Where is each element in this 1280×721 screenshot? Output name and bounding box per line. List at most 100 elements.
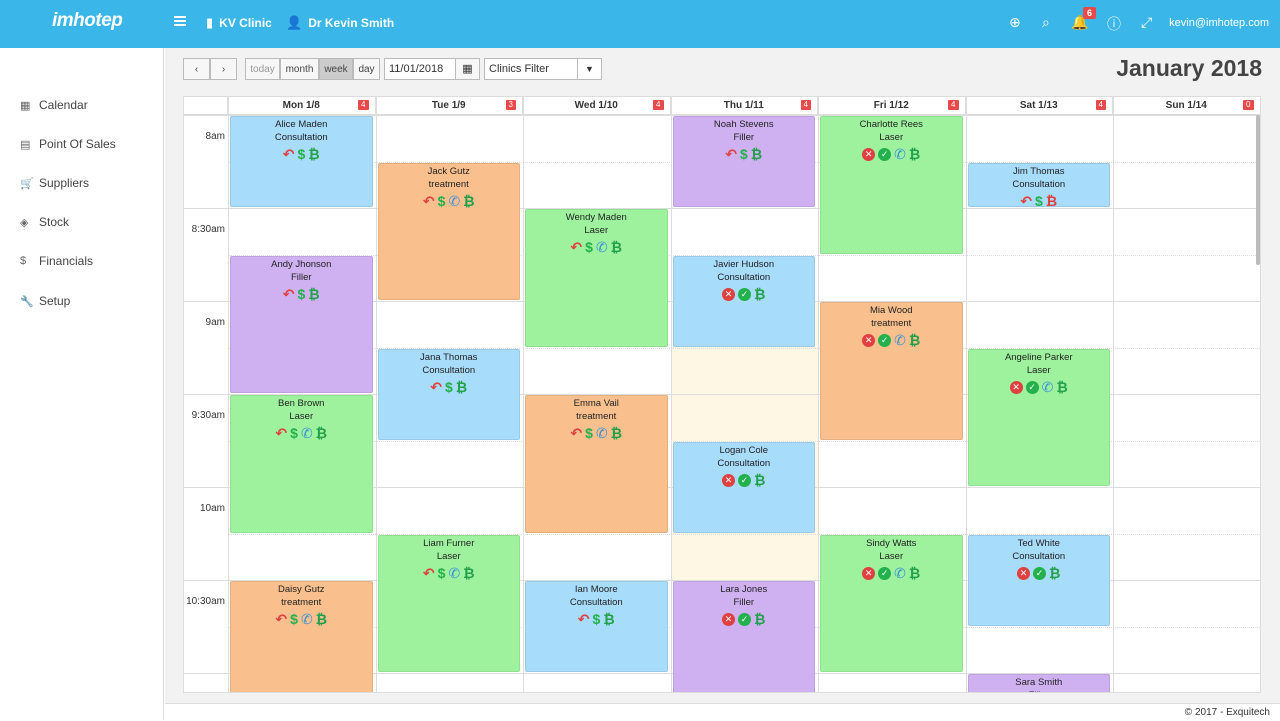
phone-icon[interactable]: ✆	[894, 332, 906, 348]
week-view-button[interactable]: week	[319, 58, 353, 80]
day-header[interactable]: Fri 1/12 4	[818, 97, 966, 115]
phone-icon[interactable]: ✆	[448, 565, 460, 581]
bitcoin-icon[interactable]: ₿	[316, 425, 327, 441]
dollar-icon[interactable]: $	[740, 146, 748, 162]
reply-icon[interactable]: ↶	[1020, 193, 1032, 207]
cancel-icon[interactable]: ✕	[1009, 380, 1023, 394]
today-button[interactable]: today	[245, 58, 280, 80]
check-icon[interactable]: ✓	[738, 613, 752, 626]
reply-icon[interactable]: ↶	[570, 239, 582, 255]
bitcoin-icon[interactable]: ₿	[909, 146, 920, 162]
day-header[interactable]: Tue 1/9 3	[375, 97, 523, 115]
appointment-event[interactable]: Angeline Parker Laser ✕ ✓ ✆ ₿	[967, 348, 1110, 486]
dollar-icon[interactable]: $	[298, 146, 306, 162]
appointment-event[interactable]: Noah Stevens Filler ↶ $ ₿	[672, 116, 815, 207]
reply-icon[interactable]: ↶	[725, 146, 737, 162]
reply-icon[interactable]: ↶	[275, 611, 287, 627]
bitcoin-icon[interactable]: ₿	[611, 425, 622, 441]
logo[interactable]: imhotep	[52, 10, 123, 32]
phone-icon[interactable]: ✆	[596, 425, 608, 441]
appointment-event[interactable]: Sindy Watts Laser ✕ ✓ ✆ ₿	[820, 534, 963, 672]
phone-icon[interactable]: ✆	[301, 611, 313, 627]
day-header[interactable]: Sun 1/14 0	[1113, 97, 1260, 115]
search-icon[interactable]: ⌕	[1042, 14, 1050, 31]
dollar-icon[interactable]: $	[585, 239, 593, 255]
bitcoin-icon[interactable]: ₿	[611, 239, 622, 255]
bitcoin-icon[interactable]: ₿	[754, 472, 765, 488]
reply-icon[interactable]: ↶	[423, 193, 435, 209]
check-icon[interactable]: ✓	[738, 287, 752, 301]
clinics-filter-select[interactable]: Clinics Filter ▼	[484, 58, 602, 80]
appointment-event[interactable]: Emma Vail treatment ↶ $ ✆ ₿	[525, 395, 668, 533]
dollar-icon[interactable]: $	[290, 425, 298, 441]
phone-icon[interactable]: ✆	[894, 565, 906, 581]
appointment-event[interactable]: Liam Furner Laser ↶ $ ✆ ₿	[377, 534, 520, 672]
bitcoin-icon[interactable]: ₿	[603, 611, 614, 627]
day-header[interactable]: Thu 1/11 4	[670, 97, 818, 115]
prev-button[interactable]: ‹	[183, 58, 210, 80]
cancel-icon[interactable]: ✕	[722, 473, 736, 487]
appointment-event[interactable]: Andy Jhonson Filler ↶ $ ₿	[230, 255, 373, 393]
cancel-icon[interactable]: ✕	[722, 613, 736, 626]
bitcoin-icon[interactable]: ₿	[1056, 379, 1067, 395]
cancel-icon[interactable]: ✕	[862, 566, 876, 580]
bitcoin-icon[interactable]: ₿	[754, 611, 765, 627]
dollar-icon[interactable]: $	[438, 193, 446, 209]
dollar-icon[interactable]: $	[290, 611, 298, 627]
bitcoin-icon[interactable]: ₿	[316, 611, 327, 627]
reply-icon[interactable]: ↶	[578, 611, 590, 627]
reply-icon[interactable]: ↶	[283, 286, 295, 302]
appointment-event[interactable]: Jim Thomas Consultation ↶ $ ₿	[967, 162, 1110, 207]
reply-icon[interactable]: ↶	[570, 425, 582, 441]
dollar-icon[interactable]: $	[445, 379, 453, 395]
next-button[interactable]: ›	[210, 58, 237, 80]
bitcoin-icon[interactable]: ₿	[909, 332, 920, 348]
sidebar-item-suppliers[interactable]: 🛒 Suppliers	[20, 176, 89, 190]
sidebar-item-financials[interactable]: $ Financials	[20, 254, 93, 268]
appointment-event[interactable]: Daisy Gutz treatment ↶ $ ✆ ₿	[230, 581, 373, 692]
bitcoin-icon[interactable]: ₿	[751, 146, 762, 162]
appointment-event[interactable]: Javier Hudson Consultation ✕ ✓ ₿	[672, 255, 815, 347]
bitcoin-icon[interactable]: ₿	[308, 286, 319, 302]
expand-icon[interactable]: ⤢	[1141, 14, 1152, 31]
cancel-icon[interactable]: ✕	[862, 334, 876, 347]
phone-icon[interactable]: ✆	[596, 239, 608, 255]
check-icon[interactable]: ✓	[878, 148, 892, 161]
check-icon[interactable]: ✓	[1025, 380, 1039, 394]
appointment-event[interactable]: Ben Brown Laser ↶ $ ✆ ₿	[230, 395, 373, 533]
bitcoin-icon[interactable]: ₿	[754, 286, 765, 302]
user-email[interactable]: kevin@imhotep.com	[1169, 17, 1269, 29]
bitcoin-icon[interactable]: ₿	[308, 146, 319, 162]
bitcoin-icon[interactable]: ₿	[1049, 565, 1060, 581]
dollar-icon[interactable]: $	[298, 286, 306, 302]
calendar-scrollbar[interactable]	[1256, 115, 1260, 265]
dollar-icon[interactable]: $	[593, 611, 601, 627]
appointment-event[interactable]: Mia Wood treatment ✕ ✓ ✆ ₿	[820, 302, 963, 440]
sidebar-item-point-of-sales[interactable]: ▤ Point Of Sales	[20, 137, 116, 151]
phone-icon[interactable]: ✆	[448, 193, 460, 209]
cancel-icon[interactable]: ✕	[862, 148, 876, 161]
appointment-event[interactable]: Jack Gutz treatment ↶ $ ✆ ₿	[377, 162, 520, 300]
menu-icon[interactable]	[174, 16, 186, 26]
appointment-event[interactable]: Sara SmithFiller	[967, 674, 1110, 692]
check-icon[interactable]: ✓	[878, 566, 892, 580]
check-icon[interactable]: ✓	[878, 334, 892, 347]
phone-icon[interactable]: ✆	[1042, 379, 1054, 395]
reply-icon[interactable]: ↶	[275, 425, 287, 441]
sidebar-item-setup[interactable]: 🔧 Setup	[20, 294, 70, 308]
check-icon[interactable]: ✓	[738, 473, 752, 487]
dollar-icon[interactable]: $	[438, 565, 446, 581]
day-view-button[interactable]: day	[353, 58, 380, 80]
add-icon[interactable]: ⊕	[1009, 14, 1021, 31]
cancel-icon[interactable]: ✕	[1017, 566, 1031, 580]
sidebar-item-stock[interactable]: ◈ Stock	[20, 215, 69, 229]
clinic-selector[interactable]: ▮ KV Clinic	[206, 15, 272, 31]
reply-icon[interactable]: ↶	[423, 565, 435, 581]
dollar-icon[interactable]: $	[585, 425, 593, 441]
appointment-event[interactable]: Lara Jones Filler ✕ ✓ ₿	[672, 581, 815, 692]
day-header[interactable]: Wed 1/10 4	[523, 97, 671, 115]
bitcoin-icon[interactable]: ₿	[463, 565, 474, 581]
appointment-event[interactable]: Jana Thomas Consultation ↶ $ ₿	[377, 348, 520, 440]
reply-icon[interactable]: ↶	[430, 379, 442, 395]
dollar-icon[interactable]: $	[1035, 193, 1043, 207]
